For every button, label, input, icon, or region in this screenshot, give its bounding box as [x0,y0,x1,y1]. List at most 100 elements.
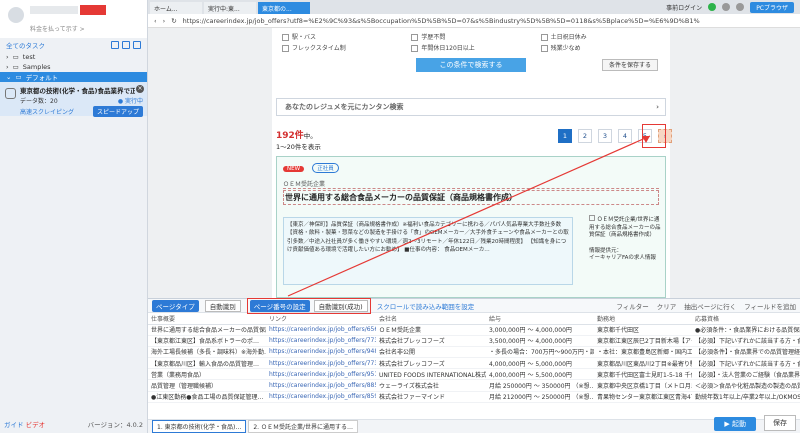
folder-icon: ▭ [12,63,19,71]
condition-checkbox[interactable]: 学歴不問 [411,32,530,41]
table-cell: 月給 212000円 〜 250000円 （※想… [486,391,594,403]
data-table: 仕事概要 リンク 会社名 給与 勤務地 応募資格 世界に通用する総合食品メーカー… [148,313,800,403]
avatar[interactable] [8,7,24,23]
job-title[interactable]: 世界に通用する総合食品メーカーの品質保証（商品規格書作成） [283,190,659,205]
forward-icon[interactable]: › [163,17,166,25]
task-mode: 高速スクレイピング [20,109,75,116]
table-cell: 海外工場長候補（多長・調味料）※海外勤… [148,346,266,359]
resume-search-link[interactable]: あなたのレジュメを元にカンタン検索 › [276,98,666,116]
table-cell: 4,000,000円 〜 5,000,000円 [486,357,594,370]
status-dot-icon [708,3,717,11]
toolbar-right: 事前ログイン PCブラウザ [666,0,800,14]
company-name[interactable]: ＯＥＭ受託企業 [283,179,659,189]
task-count: データ数：20 [20,98,58,105]
chevron-right-icon: › [6,63,9,71]
table-cell: https://careerindex.jp/job_offers/885051… [266,379,376,392]
account-badge[interactable] [80,5,106,15]
tree-item-samples[interactable]: › ▭ Samples [0,62,147,72]
table-row[interactable]: 品質管理（管理職候補） https://careerindex.jp/job_of… [148,379,800,392]
tab-home[interactable]: ホーム... [150,2,202,14]
new-task-icon[interactable] [122,41,130,49]
back-icon[interactable]: ‹ [154,17,157,25]
column-header[interactable]: 仕事概要 [148,313,266,325]
page-type-select[interactable]: 自動識別 [204,299,241,312]
capture-tab[interactable]: 2. ＯＥＭ受託企業/世界に通用する… [248,420,358,433]
table-row[interactable]: ●江東区勤務●食品工場の品質保証管理… https://careerindex.j… [148,391,800,403]
chevron-down-icon: ⌄ [6,73,12,81]
info-icon[interactable] [736,3,745,11]
capture-tabs: 1. 東京都の技術(化学・食品)… 2. ＯＥＭ受託企業/世界に通用する… [148,419,800,433]
tree-item-test[interactable]: › ▭ test [0,52,147,62]
data-panel: ページタイプ 自動識別 ページ番号の設定 自動識別(成功) スクロールで読み込み… [148,297,800,433]
address-bar: ‹ › ↻ https://careerindex.jp/job_offers?… [148,14,800,28]
column-header[interactable]: 勤務地 [594,313,692,325]
running-task[interactable]: × 東京都の技術(化学・食品)食品業界で正社員を探す データ数：20● 実行中 … [0,82,147,117]
reload-icon[interactable]: ↻ [171,17,176,25]
speedup-button[interactable]: スピードアップ [92,106,143,117]
pager-setting-select[interactable]: 自動識別(成功) [313,299,368,312]
column-header[interactable]: リンク [266,313,376,325]
clear-button[interactable]: クリア [657,301,677,311]
table-cell: 世界に通用する総合食品メーカーの品質保証… [148,324,266,336]
prelogin-button[interactable]: 事前ログイン [666,3,702,12]
url-field[interactable]: https://careerindex.jp/job_offers?utf8=%… [183,17,743,25]
guide-link[interactable]: ガイド [4,421,24,429]
table-cell: 品質管理（管理職候補） [148,379,266,392]
add-field-button[interactable]: フィールドを追加 [744,301,796,311]
table-row[interactable]: 営業（業務用食品） https://careerindex.jp/job_offe… [148,368,800,381]
tree-label: test [22,53,36,61]
count-suffix: 中。 [303,132,317,140]
table-row[interactable]: 海外工場長候補（多長・調味料）※海外勤… https://careerindex.… [148,346,800,359]
tab-current[interactable]: 東京都の... [258,2,310,14]
table-row[interactable]: 【東京都江東区】食品系ボトラーのポ… https://careerindex.jp… [148,335,800,347]
import-icon[interactable] [133,41,141,49]
job-image: ＯＥＭ受託企業/世界に通用する総合食品メーカーの品質保証（商品規格書作成） 情報… [589,215,663,263]
table-header: 仕事概要 リンク 会社名 給与 勤務地 応募資格 [148,313,800,325]
condition-checkbox[interactable]: 残業少なめ [541,43,660,52]
page-3[interactable]: 3 [598,129,612,143]
sidebar: 料金を払って示す > 全てのタスク › ▭ test › ▭ Samples ⌄ ▭ デフォ… [0,0,148,433]
table-row[interactable]: 【東京都品川区】輸入食品の品質管理… https://careerindex.jp… [148,357,800,370]
table-cell: 3,500,000円 〜 4,000,000円 [486,335,594,347]
table-cell: 東京都江東区辰巳2丁目新木場【アクセス】… [594,335,692,347]
column-header[interactable]: 給与 [486,313,594,325]
condition-checkbox[interactable]: 年間休日120日以上 [411,43,530,52]
close-icon[interactable]: × [136,85,144,93]
save-button[interactable]: 保存 [764,415,796,431]
upgrade-link[interactable]: 料金を払って示す > [30,24,85,33]
new-badge: NEW [283,166,305,172]
tree-item-default[interactable]: ⌄ ▭ デフォルト [0,72,147,82]
column-header[interactable]: 会社名 [376,313,486,325]
condition-checkbox[interactable]: 駅・バス [282,32,401,41]
condition-checkbox[interactable]: フレックスタイム制 [282,43,401,52]
filter-button[interactable]: フィルター [616,301,648,311]
table-cell: 青果物センター東京都江東区青海4丁目7番4… [594,391,692,403]
tab-running[interactable]: 実行中:東... [204,2,256,14]
condition-checkbox[interactable]: 土日祝日休み [541,32,660,41]
settings-icon[interactable] [722,3,731,11]
table-row[interactable]: 世界に通用する総合食品メーカーの品質保証… https://careerindex… [148,324,800,336]
video-link[interactable]: ビデオ [26,421,46,429]
chevron-right-icon: › [656,103,659,111]
table-cell: https://careerindex.jp/job_offers/773426… [266,335,376,347]
table-cell: 【必須条件】・食品業界での品質管理経験… [692,346,800,359]
pager-setting-group: ページ番号の設定 自動識別(成功) [246,297,371,314]
capture-tab[interactable]: 1. 東京都の技術(化学・食品)… [152,420,247,433]
page-4[interactable]: 4 [618,129,632,143]
page-2[interactable]: 2 [578,129,592,143]
save-condition-button[interactable]: 条件を保存する [602,59,658,71]
table-cell: ＯＥＭ受託企業 [376,324,486,336]
run-button[interactable]: ▶ 起動 [714,417,756,431]
extract-page-button[interactable]: 抽出ページに行く [684,301,736,311]
scroll-range-link[interactable]: スクロールで読み込み範囲を設定 [377,301,475,311]
image-alt: ＯＥＭ受託企業/世界に通用する総合食品メーカーの品質保証（商品規格書作成） [589,217,661,239]
column-header[interactable]: 応募資格 [692,313,800,325]
all-tasks-label[interactable]: 全てのタスク [6,40,45,50]
account-area: 料金を払って示す > [0,0,147,38]
pc-browser-button[interactable]: PCブラウザ [750,1,794,13]
add-folder-icon[interactable] [111,41,119,49]
search-button[interactable]: この条件で検索する [416,58,526,72]
job-card[interactable]: NEW 正社員 ＯＥＭ受託企業 世界に通用する総合食品メーカーの品質保証（商品規… [276,156,666,298]
page-1[interactable]: 1 [558,129,572,143]
count-number: 192件 [276,131,304,141]
